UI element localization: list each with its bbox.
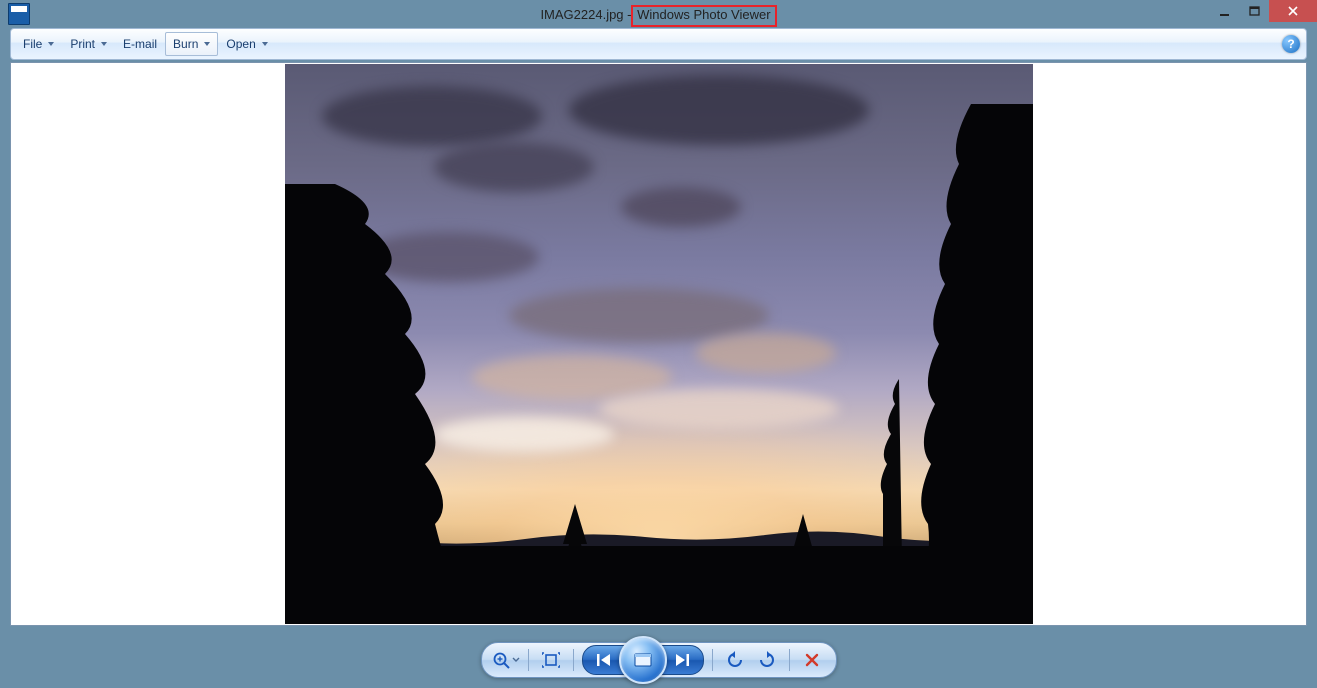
slideshow-icon bbox=[633, 652, 653, 668]
chevron-down-icon bbox=[204, 42, 210, 46]
minimize-icon bbox=[1219, 6, 1230, 17]
menu-file-label: File bbox=[23, 37, 42, 51]
photo-image bbox=[285, 64, 1033, 624]
rotate-cw-button[interactable] bbox=[753, 648, 781, 672]
help-icon: ? bbox=[1287, 37, 1294, 51]
chevron-down-icon bbox=[48, 42, 54, 46]
menu-open[interactable]: Open bbox=[218, 33, 275, 55]
fit-window-button[interactable] bbox=[537, 648, 565, 672]
navigation-pill bbox=[582, 645, 704, 675]
chevron-down-icon bbox=[101, 42, 107, 46]
viewer-canvas[interactable] bbox=[10, 62, 1307, 626]
menu-burn[interactable]: Burn bbox=[165, 32, 218, 56]
chevron-down-icon bbox=[512, 657, 519, 663]
slideshow-button[interactable] bbox=[619, 636, 667, 684]
separator bbox=[573, 649, 574, 671]
chevron-down-icon bbox=[262, 42, 268, 46]
rotate-left-icon bbox=[726, 651, 744, 669]
menu-email-label: E-mail bbox=[123, 37, 157, 51]
menu-email[interactable]: E-mail bbox=[115, 33, 165, 55]
window-controls bbox=[1209, 0, 1317, 22]
rotate-ccw-button[interactable] bbox=[721, 648, 749, 672]
maximize-icon bbox=[1249, 6, 1260, 17]
fit-window-icon bbox=[542, 652, 560, 668]
photo-viewer-window: IMAG2224.jpg - Windows Photo Viewer File… bbox=[0, 0, 1317, 688]
previous-button[interactable] bbox=[587, 648, 621, 672]
help-button[interactable]: ? bbox=[1282, 35, 1300, 53]
previous-icon bbox=[596, 653, 612, 667]
title-appname-highlight: Windows Photo Viewer bbox=[631, 5, 776, 27]
next-icon bbox=[674, 653, 690, 667]
control-bar bbox=[481, 642, 837, 678]
rotate-right-icon bbox=[758, 651, 776, 669]
viewer-controls bbox=[0, 642, 1317, 678]
magnifier-plus-icon bbox=[492, 651, 511, 669]
title-filename: IMAG2224.jpg bbox=[540, 7, 623, 22]
delete-icon bbox=[805, 653, 819, 667]
next-button[interactable] bbox=[665, 648, 699, 672]
separator bbox=[789, 649, 790, 671]
close-icon bbox=[1287, 5, 1299, 17]
toolbar-container: File Print E-mail Burn Open ? bbox=[10, 28, 1307, 60]
minimize-button[interactable] bbox=[1209, 0, 1239, 22]
menu-print[interactable]: Print bbox=[62, 33, 115, 55]
menu-print-label: Print bbox=[70, 37, 95, 51]
toolbar: File Print E-mail Burn Open ? bbox=[10, 28, 1307, 60]
maximize-button[interactable] bbox=[1239, 0, 1269, 22]
title-appname: Windows Photo Viewer bbox=[637, 7, 770, 22]
window-title: IMAG2224.jpg - Windows Photo Viewer bbox=[0, 7, 1317, 22]
menu-burn-label: Burn bbox=[173, 37, 198, 51]
separator bbox=[712, 649, 713, 671]
close-button[interactable] bbox=[1269, 0, 1317, 22]
menu-file[interactable]: File bbox=[15, 33, 62, 55]
zoom-button[interactable] bbox=[492, 648, 520, 672]
menu-open-label: Open bbox=[226, 37, 255, 51]
separator bbox=[528, 649, 529, 671]
title-bar[interactable]: IMAG2224.jpg - Windows Photo Viewer bbox=[0, 0, 1317, 28]
delete-button[interactable] bbox=[798, 648, 826, 672]
